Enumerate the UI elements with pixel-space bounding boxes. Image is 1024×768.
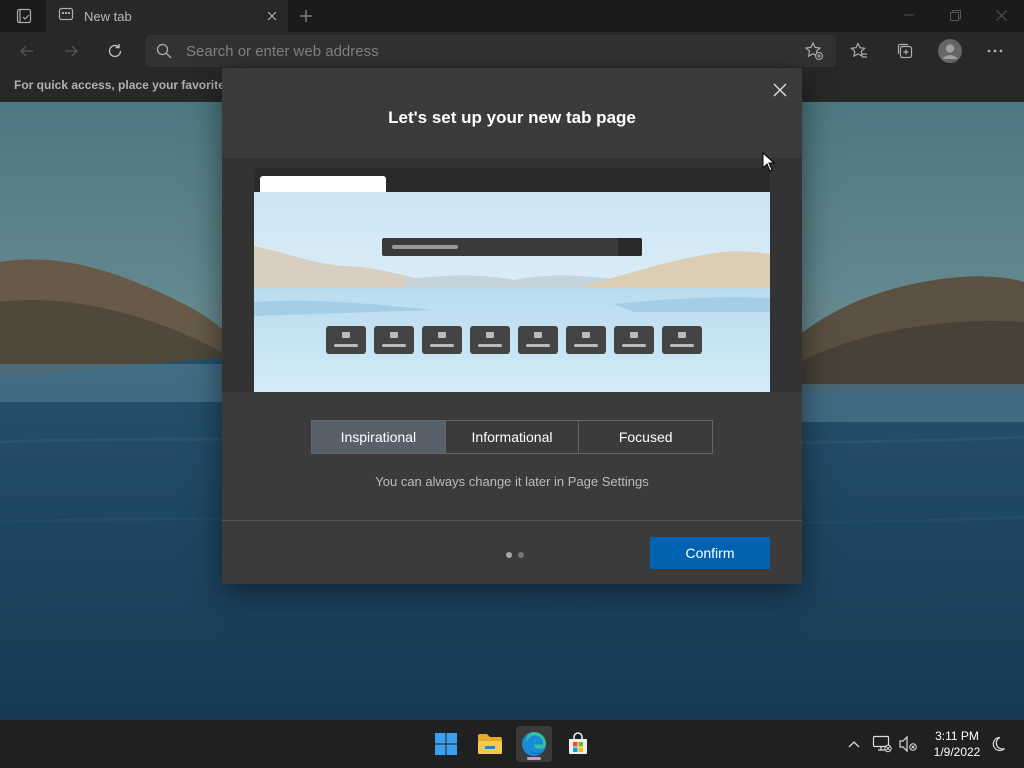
start-icon[interactable] bbox=[428, 726, 464, 762]
system-clock[interactable]: 3:11 PM 1/9/2022 bbox=[924, 728, 990, 760]
footer-divider bbox=[222, 520, 802, 521]
preview-search-placeholder bbox=[392, 245, 458, 249]
volume-muted-icon[interactable] bbox=[896, 732, 920, 756]
preview-search-bar bbox=[382, 238, 642, 256]
clock-time: 3:11 PM bbox=[935, 729, 979, 743]
preview-tile bbox=[422, 326, 462, 354]
file-explorer-icon[interactable] bbox=[472, 726, 508, 762]
layout-options: Inspirational Informational Focused bbox=[311, 420, 713, 454]
layout-preview bbox=[222, 158, 802, 392]
preview-search-button bbox=[618, 238, 642, 256]
show-hidden-icons-chevron-icon[interactable] bbox=[842, 732, 866, 756]
network-icon[interactable] bbox=[870, 732, 894, 756]
focus-assist-moon-icon[interactable] bbox=[986, 732, 1010, 756]
preview-tile bbox=[374, 326, 414, 354]
page-indicator bbox=[506, 552, 524, 558]
preview-tile bbox=[470, 326, 510, 354]
confirm-button[interactable]: Confirm bbox=[650, 537, 770, 569]
option-inspirational[interactable]: Inspirational bbox=[312, 421, 446, 453]
active-app-indicator bbox=[527, 757, 541, 760]
mouse-cursor-icon bbox=[762, 151, 776, 177]
new-tab-setup-dialog: Let's set up your new tab page Inspirati… bbox=[222, 68, 802, 584]
page-dot bbox=[518, 552, 524, 558]
edge-icon[interactable] bbox=[516, 726, 552, 762]
preview-tile bbox=[662, 326, 702, 354]
store-icon[interactable] bbox=[560, 726, 596, 762]
close-dialog-icon[interactable] bbox=[770, 80, 790, 100]
preview-quick-links bbox=[324, 326, 704, 354]
preview-tile bbox=[566, 326, 606, 354]
clock-date: 1/9/2022 bbox=[933, 745, 981, 759]
settings-hint: You can always change it later in Page S… bbox=[375, 474, 649, 489]
dialog-title: Let's set up your new tab page bbox=[388, 108, 636, 127]
option-focused[interactable]: Focused bbox=[579, 421, 713, 453]
page-dot-active bbox=[506, 552, 512, 558]
option-informational[interactable]: Informational bbox=[445, 421, 580, 453]
preview-tile bbox=[326, 326, 366, 354]
taskbar: 3:11 PM 1/9/2022 bbox=[0, 720, 1024, 768]
preview-tile bbox=[614, 326, 654, 354]
preview-tile bbox=[518, 326, 558, 354]
preview-browser-frame bbox=[254, 168, 770, 392]
preview-scene-image bbox=[254, 192, 770, 392]
